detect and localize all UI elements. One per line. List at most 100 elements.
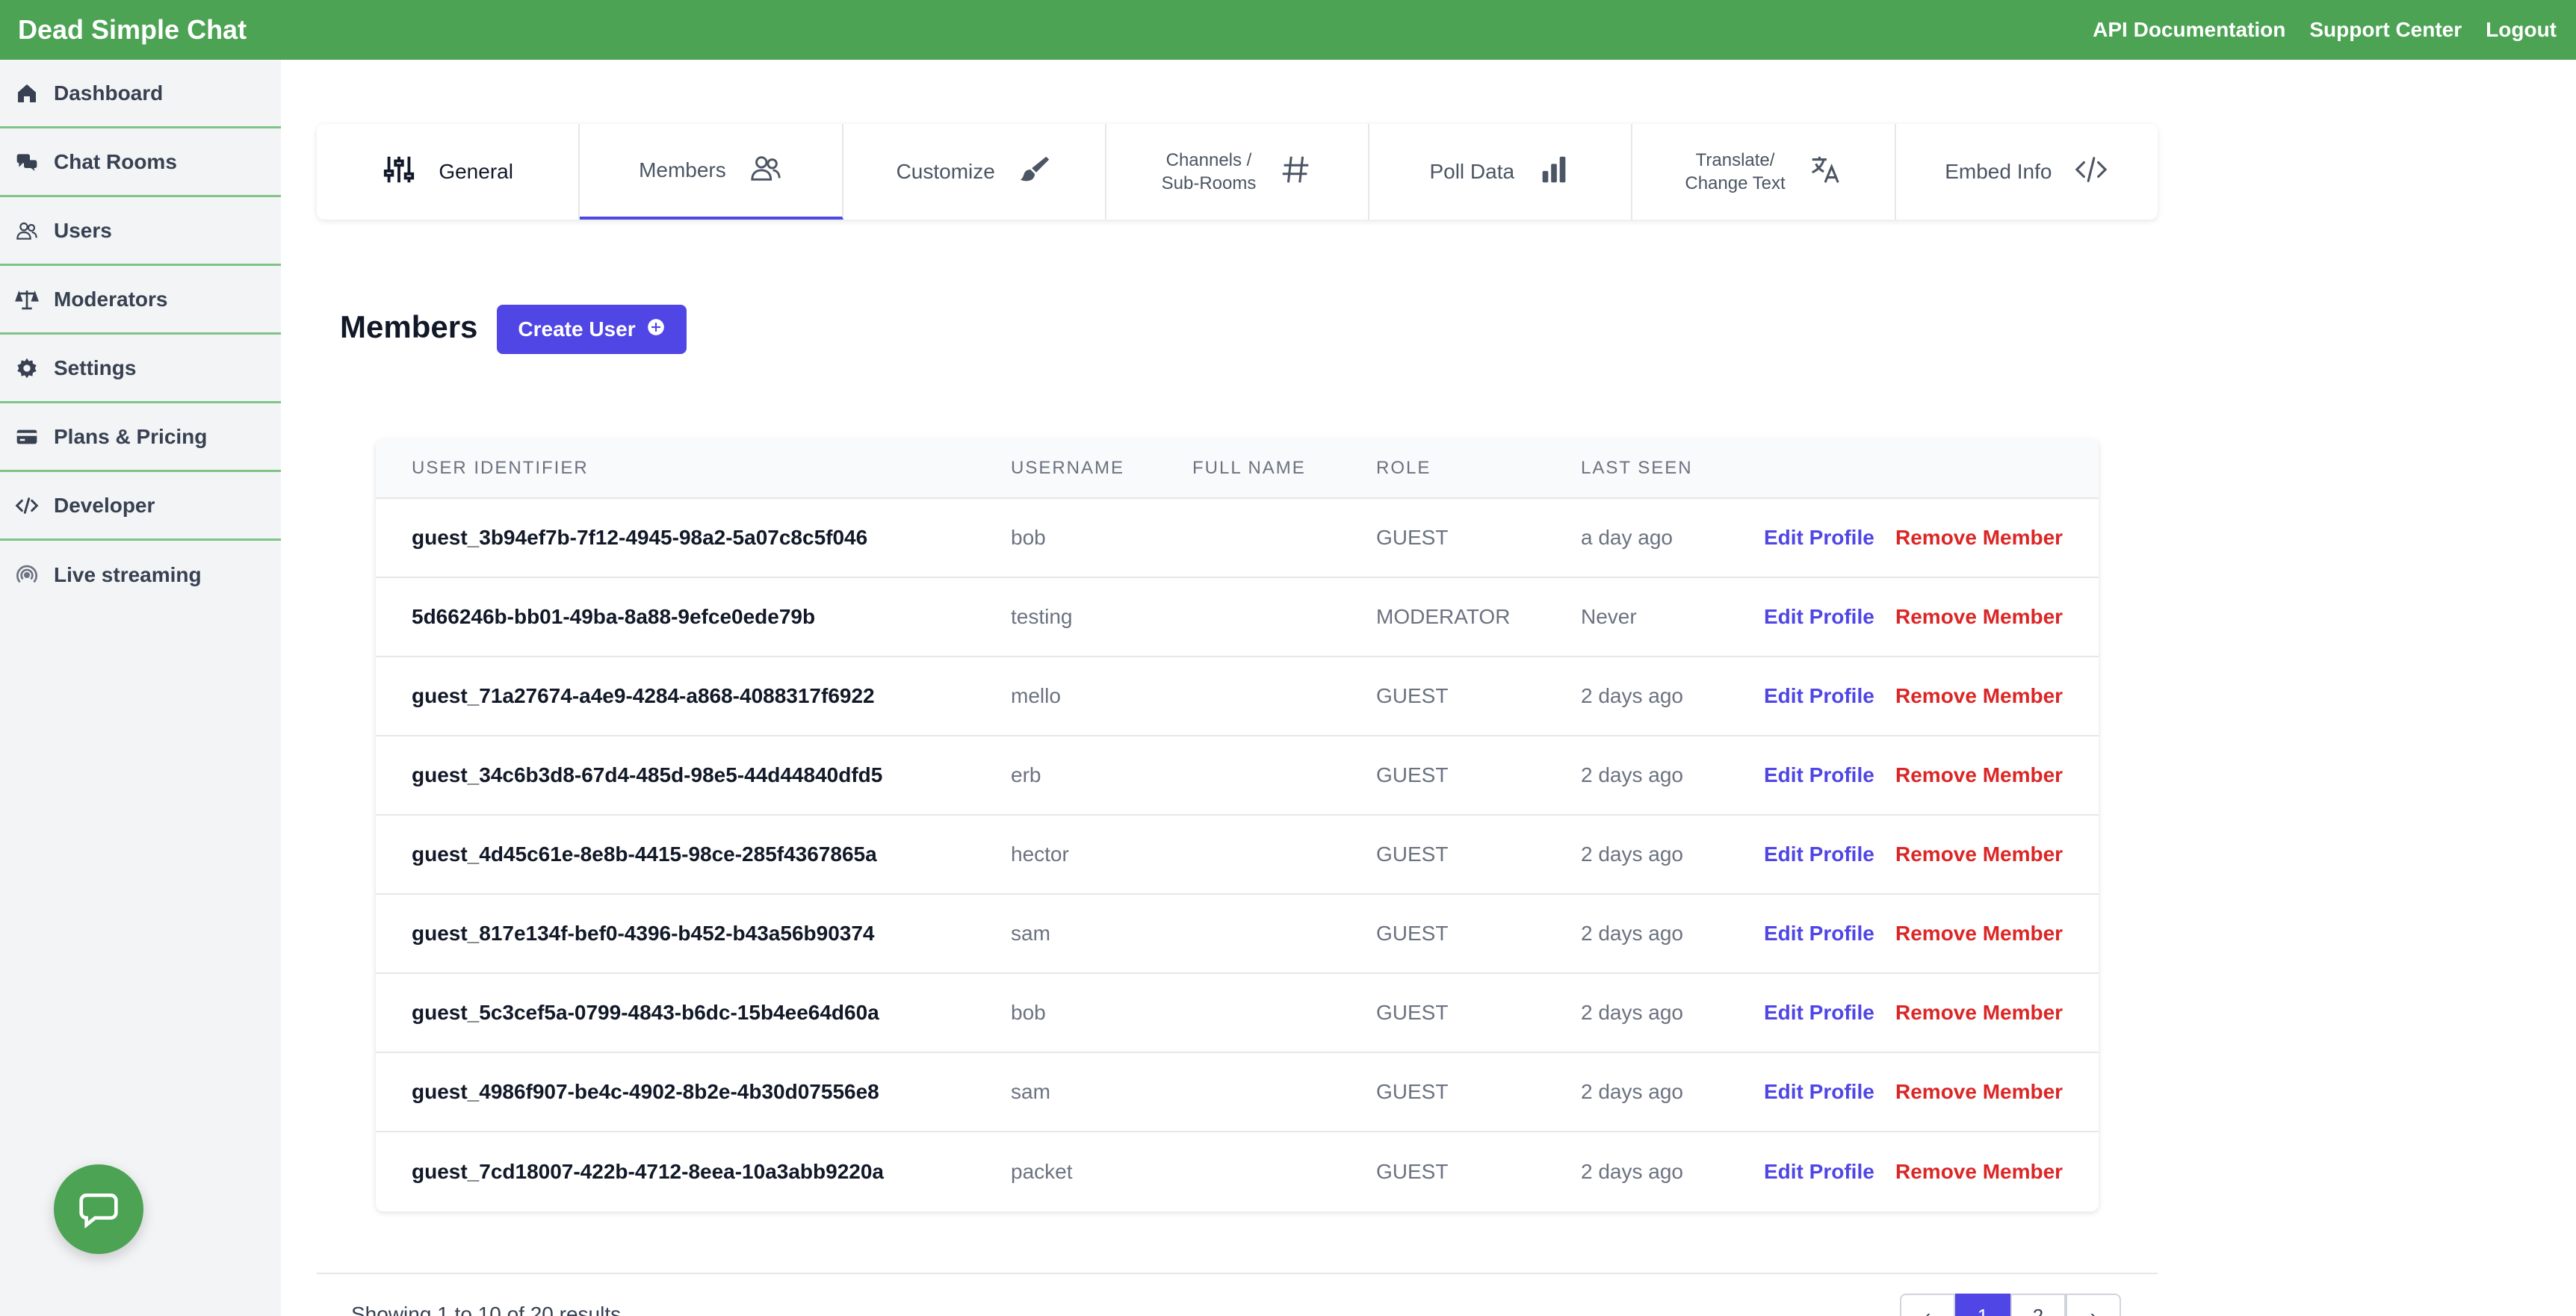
previous-page-button[interactable]: ‹ — [1900, 1294, 1955, 1316]
logout-link[interactable]: Logout — [2486, 18, 2557, 42]
sidebar-item-label: Plans & Pricing — [54, 424, 208, 448]
results-summary: Showing 1 to 10 of 20 results — [351, 1303, 622, 1316]
sidebar-item-chat-rooms[interactable]: Chat Rooms — [0, 128, 281, 197]
role: GUEST — [1376, 922, 1449, 945]
column-header-username: USERNAME — [1011, 458, 1125, 478]
last-seen: a day ago — [1581, 526, 1673, 549]
user-identifier: guest_3b94ef7b-7f12-4945-98a2-5a07c8c5f0… — [412, 526, 868, 549]
members-table: USER IDENTIFIER USERNAME FULL NAME ROLE … — [376, 439, 2099, 1211]
column-header-last-seen: LAST SEEN — [1581, 458, 1693, 478]
top-bar: Dead Simple Chat API Documentation Suppo… — [0, 0, 2576, 60]
edit-profile-link[interactable]: Edit Profile — [1764, 1001, 1874, 1025]
tab-embed-info[interactable]: Embed Info — [1896, 124, 2158, 220]
username: mello — [1011, 684, 1061, 707]
code-icon — [13, 492, 40, 519]
remove-member-link[interactable]: Remove Member — [1895, 526, 2063, 550]
pagination: ‹ 1 2 › — [1900, 1294, 2121, 1316]
table-row: guest_4986f907-be4c-4902-8b2e-4b30d07556… — [376, 1053, 2099, 1132]
sliders-icon — [382, 152, 416, 192]
edit-profile-link[interactable]: Edit Profile — [1764, 922, 1874, 946]
last-seen: 2 days ago — [1581, 1080, 1683, 1103]
sidebar-item-live-streaming[interactable]: Live streaming — [0, 541, 281, 609]
page-2-button[interactable]: 2 — [2010, 1294, 2066, 1316]
remove-member-link[interactable]: Remove Member — [1895, 605, 2063, 629]
sidebar: Dashboard Chat Rooms Users Moderators Se… — [0, 60, 281, 1316]
column-header-user-identifier: USER IDENTIFIER — [412, 458, 589, 478]
last-seen: 2 days ago — [1581, 842, 1683, 866]
username: bob — [1011, 1001, 1046, 1024]
table-row: guest_34c6b3d8-67d4-485d-98e5-44d44840df… — [376, 736, 2099, 816]
scale-icon — [13, 286, 40, 313]
gear-icon — [13, 355, 40, 382]
user-identifier: guest_34c6b3d8-67d4-485d-98e5-44d44840df… — [412, 763, 883, 786]
sidebar-item-moderators[interactable]: Moderators — [0, 266, 281, 335]
sidebar-item-developer[interactable]: Developer — [0, 472, 281, 541]
sidebar-item-label: Moderators — [54, 287, 168, 311]
chat-bubble-icon — [79, 1194, 118, 1229]
users-icon — [13, 217, 40, 244]
role: GUEST — [1376, 1080, 1449, 1103]
remove-member-link[interactable]: Remove Member — [1895, 1080, 2063, 1104]
tab-label: Embed Info — [1945, 160, 2052, 183]
sidebar-item-users[interactable]: Users — [0, 197, 281, 266]
tab-poll-data[interactable]: Poll Data — [1369, 124, 1633, 220]
remove-member-link[interactable]: Remove Member — [1895, 1001, 2063, 1025]
edit-profile-link[interactable]: Edit Profile — [1764, 605, 1874, 629]
last-seen: 2 days ago — [1581, 684, 1683, 707]
role: GUEST — [1376, 763, 1449, 786]
tab-label: General — [439, 160, 513, 183]
home-icon — [13, 80, 40, 107]
sidebar-item-settings[interactable]: Settings — [0, 335, 281, 403]
edit-profile-link[interactable]: Edit Profile — [1764, 763, 1874, 787]
username: erb — [1011, 763, 1041, 786]
last-seen: Never — [1581, 605, 1637, 628]
code-icon — [2074, 152, 2108, 192]
tab-general[interactable]: General — [317, 124, 580, 220]
username: hector — [1011, 842, 1069, 866]
tab-channels[interactable]: Channels / Sub-Rooms — [1106, 124, 1370, 220]
sidebar-item-dashboard[interactable]: Dashboard — [0, 60, 281, 128]
chat-rooms-icon — [13, 149, 40, 176]
hash-icon — [1278, 152, 1313, 192]
page-title: Members — [340, 309, 478, 344]
user-identifier: guest_7cd18007-422b-4712-8eea-10a3abb922… — [412, 1160, 884, 1183]
app-title[interactable]: Dead Simple Chat — [18, 14, 247, 46]
table-row: guest_7cd18007-422b-4712-8eea-10a3abb922… — [376, 1132, 2099, 1211]
last-seen: 2 days ago — [1581, 1001, 1683, 1024]
tab-members[interactable]: Members — [580, 124, 843, 220]
edit-profile-link[interactable]: Edit Profile — [1764, 684, 1874, 708]
edit-profile-link[interactable]: Edit Profile — [1764, 842, 1874, 866]
create-user-button[interactable]: Create User — [497, 305, 687, 354]
remove-member-link[interactable]: Remove Member — [1895, 842, 2063, 866]
remove-member-link[interactable]: Remove Member — [1895, 922, 2063, 946]
tab-label: Members — [639, 158, 726, 181]
next-page-button[interactable]: › — [2066, 1294, 2121, 1316]
last-seen: 2 days ago — [1581, 922, 1683, 945]
edit-profile-link[interactable]: Edit Profile — [1764, 526, 1874, 550]
role: MODERATOR — [1376, 605, 1511, 628]
user-identifier: guest_4d45c61e-8e8b-4415-98ce-285f436786… — [412, 842, 877, 866]
tab-translate[interactable]: Translate/ Change Text — [1632, 124, 1896, 220]
remove-member-link[interactable]: Remove Member — [1895, 684, 2063, 708]
tab-customize[interactable]: Customize — [843, 124, 1106, 220]
remove-member-link[interactable]: Remove Member — [1895, 763, 2063, 787]
sidebar-item-label: Live streaming — [54, 563, 202, 586]
sidebar-item-label: Chat Rooms — [54, 149, 177, 173]
edit-profile-link[interactable]: Edit Profile — [1764, 1080, 1874, 1104]
support-center-link[interactable]: Support Center — [2309, 18, 2462, 42]
chat-widget-button[interactable] — [54, 1164, 143, 1254]
last-seen: 2 days ago — [1581, 763, 1683, 786]
table-row: 5d66246b-bb01-49ba-8a88-9efce0ede79b tes… — [376, 578, 2099, 657]
username: bob — [1011, 526, 1046, 549]
api-documentation-link[interactable]: API Documentation — [2093, 18, 2285, 42]
column-header-role: ROLE — [1376, 458, 1431, 478]
users-icon — [749, 151, 783, 190]
remove-member-link[interactable]: Remove Member — [1895, 1160, 2063, 1184]
page-1-button[interactable]: 1 — [1955, 1294, 2010, 1316]
column-header-full-name: FULL NAME — [1192, 458, 1306, 478]
table-row: guest_5c3cef5a-0799-4843-b6dc-15b4ee64d6… — [376, 974, 2099, 1053]
role: GUEST — [1376, 1001, 1449, 1024]
edit-profile-link[interactable]: Edit Profile — [1764, 1160, 1874, 1184]
user-identifier: 5d66246b-bb01-49ba-8a88-9efce0ede79b — [412, 605, 816, 628]
sidebar-item-plans-pricing[interactable]: Plans & Pricing — [0, 403, 281, 472]
